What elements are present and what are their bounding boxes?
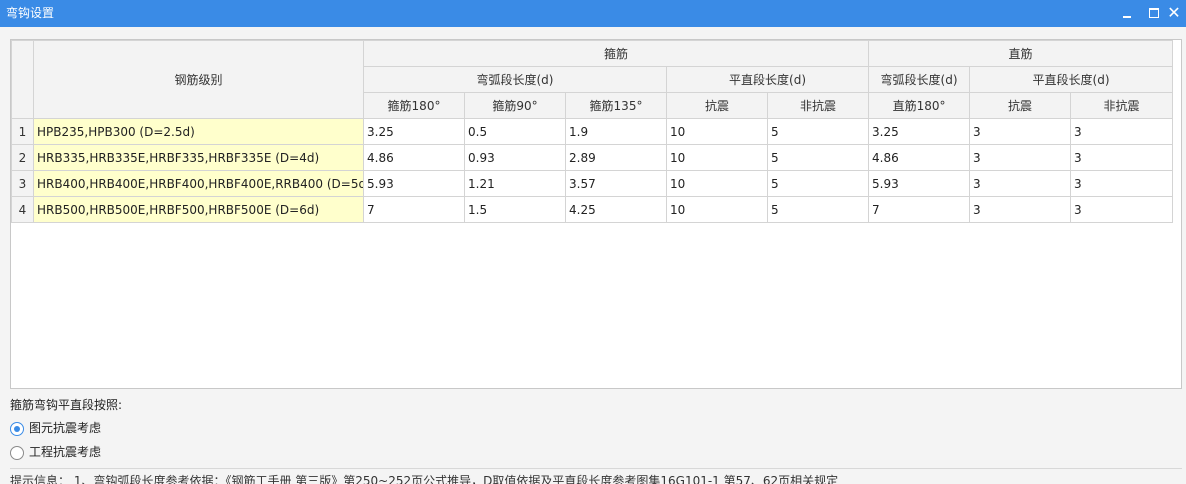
value-cell[interactable]: 10 — [666, 118, 768, 145]
value-cell[interactable]: 3 — [969, 196, 1072, 223]
value-cell[interactable]: 7 — [363, 196, 465, 223]
column-header-straight-180: 直筋180° — [868, 92, 971, 119]
value-cell[interactable]: 1.5 — [464, 196, 566, 223]
value-cell[interactable]: 0.93 — [464, 144, 566, 171]
grade-cell[interactable]: HRB335,HRB335E,HRBF335,HRBF335E (D=4d) — [33, 144, 364, 171]
value-cell[interactable]: 5 — [766, 196, 870, 223]
stirrup-group-header: 箍筋 — [362, 40, 870, 67]
close-icon[interactable]: ✕ — [1164, 4, 1184, 22]
value-cell[interactable]: 3 — [969, 170, 1072, 197]
column-header-stirrup-nonseismic: 非抗震 — [766, 92, 870, 119]
hint-text: 提示信息： 1、弯钩弧段长度参考依据：《钢筋工手册 第三版》第250~252页公… — [10, 474, 839, 484]
title-bar: 弯钩设置 ✕ — [0, 0, 1186, 27]
minimize-icon[interactable] — [1117, 4, 1137, 22]
table-row[interactable]: 2 HRB335,HRB335E,HRBF335,HRBF335E (D=4d)… — [11, 144, 1174, 171]
table-row[interactable]: 3 HRB400,HRB400E,HRBF400,HRBF400E,RRB400… — [11, 170, 1174, 197]
value-cell[interactable]: 5.93 — [868, 170, 971, 197]
hook-settings-table: 钢筋级别 箍筋 直筋 弯弧段长度(d) 平直段长度(d) 弯弧段长度(d) 平直… — [11, 40, 1174, 223]
value-cell[interactable]: 2.89 — [565, 144, 667, 171]
stirrup-arc-length-header: 弯弧段长度(d) — [363, 66, 667, 93]
value-cell[interactable]: 3.25 — [868, 118, 971, 145]
value-cell[interactable]: 3 — [1070, 170, 1174, 197]
column-header-straight-seismic: 抗震 — [969, 92, 1072, 119]
straight-group-header: 直筋 — [868, 40, 1174, 67]
radio-element-seismic[interactable]: 图元抗震考虑 — [10, 421, 101, 436]
value-cell[interactable]: 4.86 — [868, 144, 971, 171]
value-cell[interactable]: 3.57 — [565, 170, 667, 197]
value-cell[interactable]: 5.93 — [363, 170, 465, 197]
column-header-stirrup-180: 箍筋180° — [363, 92, 465, 119]
value-cell[interactable]: 3 — [1070, 118, 1174, 145]
value-cell[interactable]: 0.5 — [464, 118, 566, 145]
table-row[interactable]: 4 HRB500,HRB500E,HRBF500,HRBF500E (D=6d)… — [11, 196, 1174, 223]
value-cell[interactable]: 4.25 — [565, 196, 667, 223]
value-cell[interactable]: 3 — [1070, 144, 1174, 171]
value-cell[interactable]: 10 — [666, 144, 768, 171]
column-header-straight-nonseismic: 非抗震 — [1070, 92, 1174, 119]
value-cell[interactable]: 5 — [766, 170, 870, 197]
stirrup-flat-length-header: 平直段长度(d) — [665, 66, 870, 93]
stirrup-hook-option-label: 箍筋弯钩平直段按照: — [10, 398, 123, 412]
value-cell[interactable]: 10 — [666, 170, 768, 197]
maximize-icon[interactable] — [1144, 4, 1164, 22]
value-cell[interactable]: 3 — [969, 144, 1072, 171]
radio-label: 工程抗震考虑 — [29, 445, 102, 459]
table-row[interactable]: 1 HPB235,HPB300 (D=2.5d) 3.25 0.5 1.9 10… — [11, 118, 1174, 145]
row-number: 3 — [11, 170, 34, 197]
row-number: 1 — [11, 118, 34, 145]
column-header-stirrup-seismic: 抗震 — [666, 92, 768, 119]
value-cell[interactable]: 4.86 — [363, 144, 465, 171]
grade-cell[interactable]: HPB235,HPB300 (D=2.5d) — [33, 118, 364, 145]
radio-project-seismic[interactable]: 工程抗震考虑 — [10, 445, 101, 460]
grade-cell[interactable]: HRB400,HRB400E,HRBF400,HRBF400E,RRB400 (… — [33, 170, 364, 197]
value-cell[interactable]: 5 — [766, 144, 870, 171]
radio-unchecked-icon[interactable] — [10, 445, 24, 460]
row-number: 2 — [11, 144, 34, 171]
value-cell[interactable]: 1.21 — [464, 170, 566, 197]
straight-arc-length-header: 弯弧段长度(d) — [868, 66, 971, 93]
value-cell[interactable]: 3 — [1070, 196, 1174, 223]
value-cell[interactable]: 10 — [666, 196, 768, 223]
grade-column-header: 钢筋级别 — [33, 40, 364, 119]
column-header-stirrup-135: 箍筋135° — [565, 92, 667, 119]
corner-header — [11, 40, 34, 119]
straight-flat-length-header: 平直段长度(d) — [969, 66, 1174, 93]
value-cell[interactable]: 5 — [766, 118, 870, 145]
value-cell[interactable]: 3 — [969, 118, 1072, 145]
value-cell[interactable]: 3.25 — [363, 118, 465, 145]
value-cell[interactable]: 7 — [868, 196, 971, 223]
value-cell[interactable]: 1.9 — [565, 118, 667, 145]
radio-label: 图元抗震考虑 — [29, 421, 102, 435]
grade-cell[interactable]: HRB500,HRB500E,HRBF500,HRBF500E (D=6d) — [33, 196, 364, 223]
divider — [10, 468, 1182, 469]
radio-checked-icon[interactable] — [10, 421, 24, 436]
column-header-stirrup-90: 箍筋90° — [464, 92, 566, 119]
hook-settings-grid-panel: 钢筋级别 箍筋 直筋 弯弧段长度(d) 平直段长度(d) 弯弧段长度(d) 平直… — [10, 39, 1182, 389]
window-title: 弯钩设置 — [6, 6, 55, 20]
row-number: 4 — [11, 196, 34, 223]
